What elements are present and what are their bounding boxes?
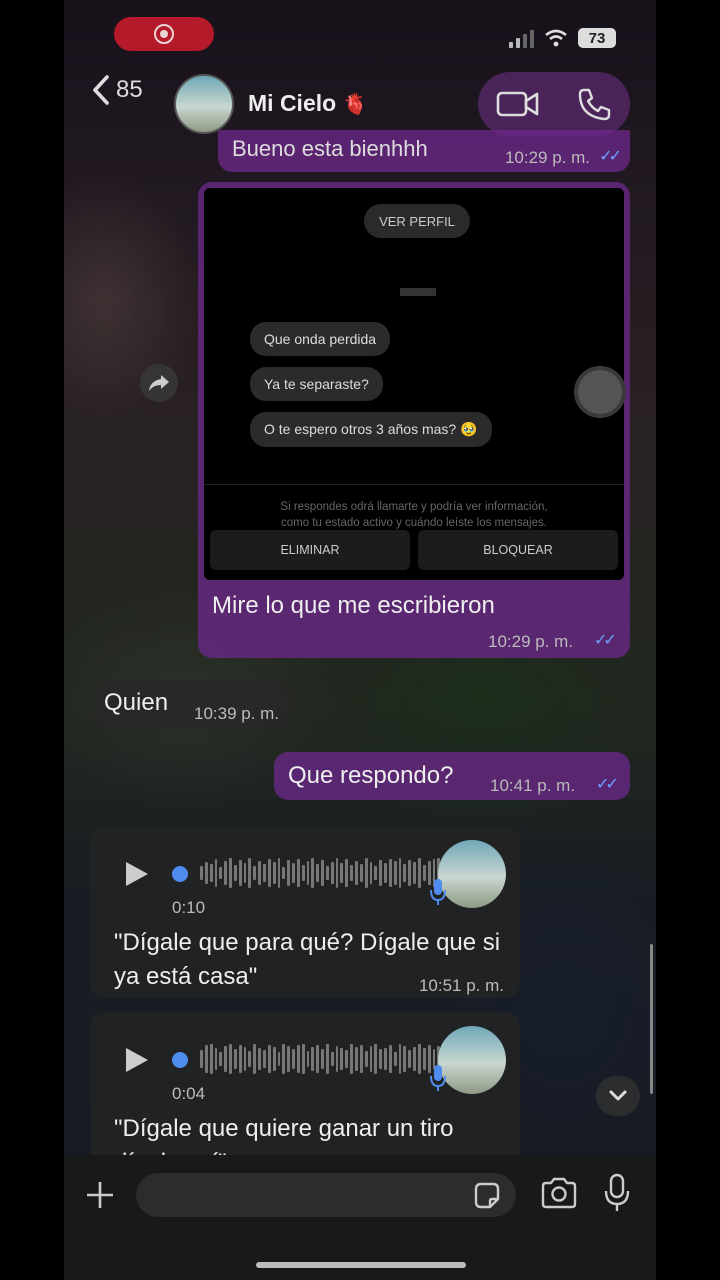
voice-message[interactable]: 0:04 "Dígale que quiere ganar un tiro dí…: [90, 1012, 520, 1155]
contact-emoji: 🫀: [342, 94, 368, 116]
message-input[interactable]: [136, 1173, 516, 1217]
screenshot-message: Que onda perdida: [250, 322, 391, 356]
unread-count: 85: [116, 76, 143, 103]
voice-duration: 0:04: [172, 1084, 206, 1103]
message-time: 10:29 p. m.: [488, 632, 574, 651]
phone-call-icon[interactable]: [576, 86, 612, 122]
plus-icon[interactable]: [84, 1179, 116, 1211]
note-line: como tu estado activo y cuándo leíste lo…: [281, 517, 547, 529]
message-text: Quien: [104, 689, 169, 716]
home-indicator[interactable]: [256, 1262, 466, 1268]
contact-name-text: Mi Cielo: [248, 90, 337, 116]
sender-avatar: [438, 1026, 506, 1094]
view-profile-button: VER PERFIL: [364, 204, 470, 238]
floating-assistive-button[interactable]: [574, 366, 626, 418]
voice-transcript: "Dígale que quiere ganar un tiro dígale …: [114, 1115, 454, 1155]
message-text: Mire lo que me escribieron: [212, 592, 495, 619]
read-receipt-icon: ✓✓: [599, 148, 622, 165]
scrollbar[interactable]: [650, 944, 653, 1094]
battery-indicator: 73: [578, 28, 616, 48]
message-bubble-incoming[interactable]: Quien 10:39 p. m.: [90, 680, 294, 730]
screenshot-delete-button: ELIMINAR: [210, 530, 410, 570]
message-text: Que respondo?: [288, 762, 454, 789]
voice-duration: 0:10: [172, 898, 206, 917]
signal-icon: [509, 28, 534, 48]
playback-scrubber[interactable]: [172, 866, 188, 882]
sender-avatar: [438, 840, 506, 908]
attached-screenshot[interactable]: VER PERFIL Que onda perdida Ya te separa…: [204, 188, 624, 580]
status-icons: 73: [509, 28, 616, 48]
screen-recording-indicator[interactable]: [114, 17, 214, 51]
chevron-down-icon: [609, 1090, 627, 1101]
message-time: 10:41 p. m.: [490, 776, 576, 795]
microphone-icon: [430, 879, 446, 905]
message-bubble-outgoing[interactable]: Bueno esta bienhhh 10:29 p. m. ✓✓: [218, 130, 630, 172]
scroll-to-bottom-button[interactable]: [596, 1076, 640, 1116]
microphone-icon[interactable]: [604, 1173, 630, 1213]
read-receipt-icon: ✓✓: [596, 776, 619, 793]
message-time: 10:39 p. m.: [194, 704, 280, 723]
message-bubble-outgoing[interactable]: Que respondo? 10:41 p. m. ✓✓: [274, 752, 630, 800]
camera-icon[interactable]: [540, 1177, 578, 1209]
screenshot-message: O te espero otros 3 años mas? 🥹: [250, 412, 492, 447]
message-time: 10:51 p. m.: [418, 976, 504, 995]
wifi-icon: [545, 29, 567, 47]
play-icon[interactable]: [124, 1046, 150, 1074]
playback-scrubber[interactable]: [172, 1052, 188, 1068]
chevron-left-icon: [93, 75, 109, 105]
message-text: Bueno esta bienhhh: [232, 136, 428, 161]
screenshot-message: Ya te separaste?: [250, 367, 383, 401]
waveform[interactable]: [200, 1042, 441, 1076]
chat-screen: 73 85 Mi Cielo 🫀 Bueno esta bienhhh 10:2…: [64, 0, 656, 1280]
waveform[interactable]: [200, 856, 441, 890]
message-time: 10:29 p. m.: [504, 148, 590, 167]
microphone-icon: [430, 1065, 446, 1091]
video-call-icon[interactable]: [496, 89, 540, 119]
screenshot-block-button: BLOQUEAR: [418, 530, 618, 570]
read-receipt-icon: ✓✓: [594, 632, 617, 649]
play-icon[interactable]: [124, 860, 150, 888]
back-button[interactable]: 85: [90, 74, 143, 106]
note-line: Si respondes odrá llamarte y podría ver …: [280, 501, 548, 513]
forward-icon: [149, 375, 169, 391]
screenshot-request-note: Si respondes odrá llamarte y podría ver …: [204, 484, 624, 531]
contact-avatar[interactable]: [174, 74, 234, 134]
call-actions: [478, 72, 630, 136]
sticker-icon[interactable]: [472, 1181, 502, 1211]
forward-button[interactable]: [140, 364, 178, 402]
record-icon: [154, 24, 174, 44]
voice-message[interactable]: 0:10 "Dígale que para qué? Dígale que si…: [90, 826, 520, 998]
contact-name[interactable]: Mi Cielo 🫀: [248, 90, 367, 117]
redacted-name: [400, 288, 436, 296]
